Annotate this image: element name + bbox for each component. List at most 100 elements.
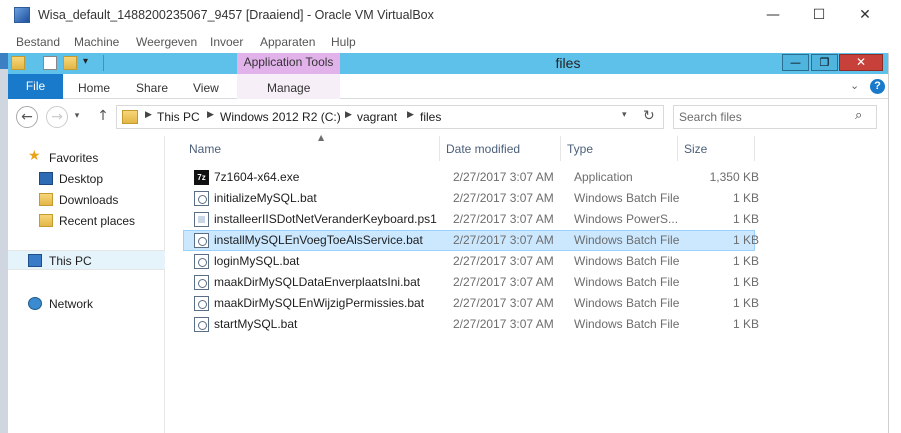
nav-downloads[interactable]: Downloads — [8, 190, 165, 210]
file-date: 2/27/2017 3:07 AM — [453, 170, 554, 184]
host-menu-bestand[interactable]: Bestand — [16, 35, 60, 49]
host-menu-weergeven[interactable]: Weergeven — [136, 35, 197, 49]
file-type: Windows PowerS... — [574, 212, 679, 226]
nav-favorites[interactable]: ★ Favorites — [8, 148, 165, 168]
explorer-close-button[interactable]: ✕ — [839, 54, 883, 71]
forward-button[interactable]: → — [46, 106, 68, 128]
computer-icon — [28, 254, 42, 267]
nav-favorites-label: Favorites — [49, 151, 99, 165]
breadcrumb-vagrant[interactable]: vagrant — [357, 110, 397, 124]
breadcrumb-drive[interactable]: Windows 2012 R2 (C:) — [220, 110, 341, 124]
nav-recent-places[interactable]: Recent places — [8, 211, 165, 231]
nav-network[interactable]: Network — [8, 294, 165, 314]
properties-icon[interactable] — [43, 56, 57, 70]
recent-locations-icon[interactable]: ▾ — [70, 106, 84, 128]
ribbon-tabs: File Home Share View Manage ⌄ ? — [8, 74, 888, 99]
tab-view[interactable]: View — [193, 81, 219, 95]
recent-places-icon — [39, 214, 53, 227]
column-size-label: Size — [684, 142, 708, 156]
host-window-title: Wisa_default_1488200235067_9457 [Draaien… — [38, 8, 434, 22]
explorer-window-title: files — [555, 55, 581, 71]
toolbar-separator — [103, 55, 104, 71]
new-folder-icon[interactable] — [63, 56, 77, 70]
up-button[interactable]: ↑ — [92, 106, 114, 128]
star-icon: ★ — [28, 148, 41, 164]
file-row[interactable]: maakDirMySQLDataEnverplaatsIni.bat 2/27/… — [183, 272, 759, 293]
tab-share[interactable]: Share — [136, 81, 168, 95]
file-date: 2/27/2017 3:07 AM — [453, 254, 554, 268]
nav-desktop[interactable]: Desktop — [8, 169, 165, 189]
help-icon[interactable]: ? — [870, 79, 885, 94]
folder-icon — [122, 110, 138, 124]
file-row[interactable]: startMySQL.bat 2/27/2017 3:07 AM Windows… — [183, 314, 759, 335]
file-row[interactable]: 7z 7z1604-x64.exe 2/27/2017 3:07 AM Appl… — [183, 167, 759, 188]
breadcrumb-files[interactable]: files — [420, 110, 441, 124]
explorer-maximize-button[interactable]: ❐ — [811, 54, 838, 71]
chevron-right-icon[interactable]: ▶ — [345, 110, 352, 120]
file-row[interactable]: loginMySQL.bat 2/27/2017 3:07 AM Windows… — [183, 251, 759, 272]
column-header-date[interactable]: Date modified — [440, 136, 561, 161]
batch-file-icon — [194, 233, 209, 248]
tab-manage[interactable]: Manage — [267, 81, 310, 95]
file-row-selected[interactable]: installMySQLEnVoegToeAlsService.bat 2/27… — [183, 230, 759, 251]
file-row[interactable]: initializeMySQL.bat 2/27/2017 3:07 AM Wi… — [183, 188, 759, 209]
host-menu-machine[interactable]: Machine — [74, 35, 119, 49]
chevron-right-icon[interactable]: ▶ — [145, 110, 152, 120]
powershell-file-icon — [194, 212, 209, 227]
batch-file-icon — [194, 296, 209, 311]
nav-recent-places-label: Recent places — [59, 214, 136, 228]
chevron-right-icon[interactable]: ▶ — [407, 110, 414, 120]
column-header-size[interactable]: Size — [678, 136, 755, 161]
host-menu-invoer[interactable]: Invoer — [210, 35, 243, 49]
host-minimize-button[interactable]: — — [750, 4, 796, 28]
breadcrumb-this-pc[interactable]: This PC — [157, 110, 200, 124]
file-size: 1 KB — [732, 275, 759, 289]
file-date: 2/27/2017 3:07 AM — [453, 233, 554, 247]
file-type: Windows Batch File — [574, 296, 680, 310]
network-icon — [28, 297, 42, 310]
expand-ribbon-icon[interactable]: ⌄ — [850, 79, 859, 92]
search-icon[interactable]: ⌕ — [855, 108, 862, 123]
batch-file-icon — [194, 191, 209, 206]
file-row[interactable]: maakDirMySQLEnWijzigPermissies.bat 2/27/… — [183, 293, 759, 314]
sort-ascending-icon: ▲ — [318, 133, 325, 142]
column-header-name[interactable]: ▲ Name — [183, 133, 440, 161]
file-name: initializeMySQL.bat — [214, 191, 317, 205]
file-type: Windows Batch File — [574, 254, 680, 268]
file-name: maakDirMySQLDataEnverplaatsIni.bat — [214, 275, 421, 289]
file-row[interactable]: installeerIISDotNetVeranderKeyboard.ps1 … — [183, 209, 759, 230]
file-name: loginMySQL.bat — [214, 254, 300, 268]
file-size: 1,350 KB — [709, 170, 759, 184]
search-box[interactable]: ⌕ — [673, 105, 877, 129]
tab-home[interactable]: Home — [78, 81, 110, 95]
refresh-icon[interactable]: ↻ — [643, 108, 655, 124]
nav-this-pc[interactable]: This PC — [8, 250, 165, 270]
file-size: 1 KB — [732, 212, 759, 226]
chevron-right-icon[interactable]: ▶ — [207, 110, 214, 120]
file-name: installMySQLEnVoegToeAlsService.bat — [214, 233, 423, 247]
file-type: Windows Batch File — [574, 317, 680, 331]
host-menu-apparaten[interactable]: Apparaten — [260, 35, 315, 49]
tab-file[interactable]: File — [8, 74, 63, 99]
explorer-minimize-button[interactable]: — — [782, 54, 809, 71]
explorer-titlebar: ▾ Application Tools files — ❐ ✕ — [8, 53, 888, 74]
file-name: 7z1604-x64.exe — [214, 170, 300, 184]
file-date: 2/27/2017 3:07 AM — [453, 296, 554, 310]
search-input[interactable] — [679, 109, 849, 125]
address-bar[interactable]: ▶ This PC ▶ Windows 2012 R2 (C:) ▶ vagra… — [116, 105, 664, 129]
quick-access-dropdown-icon[interactable]: ▾ — [83, 56, 97, 70]
file-name: startMySQL.bat — [214, 317, 298, 331]
back-button[interactable]: ← — [16, 106, 38, 128]
address-history-dropdown-icon[interactable]: ▾ — [622, 110, 627, 120]
host-titlebar: Wisa_default_1488200235067_9457 [Draaien… — [0, 0, 901, 31]
host-desktop-strip — [0, 53, 8, 433]
file-date: 2/27/2017 3:07 AM — [453, 212, 554, 226]
host-maximize-button[interactable]: ☐ — [796, 4, 842, 28]
column-header-type[interactable]: Type — [561, 136, 678, 161]
file-size: 1 KB — [732, 254, 759, 268]
host-close-button[interactable]: ✕ — [842, 4, 888, 28]
nav-network-label: Network — [49, 297, 94, 311]
host-window-border — [888, 53, 901, 433]
7zip-icon: 7z — [194, 170, 209, 185]
host-menu-hulp[interactable]: Hulp — [331, 35, 356, 49]
